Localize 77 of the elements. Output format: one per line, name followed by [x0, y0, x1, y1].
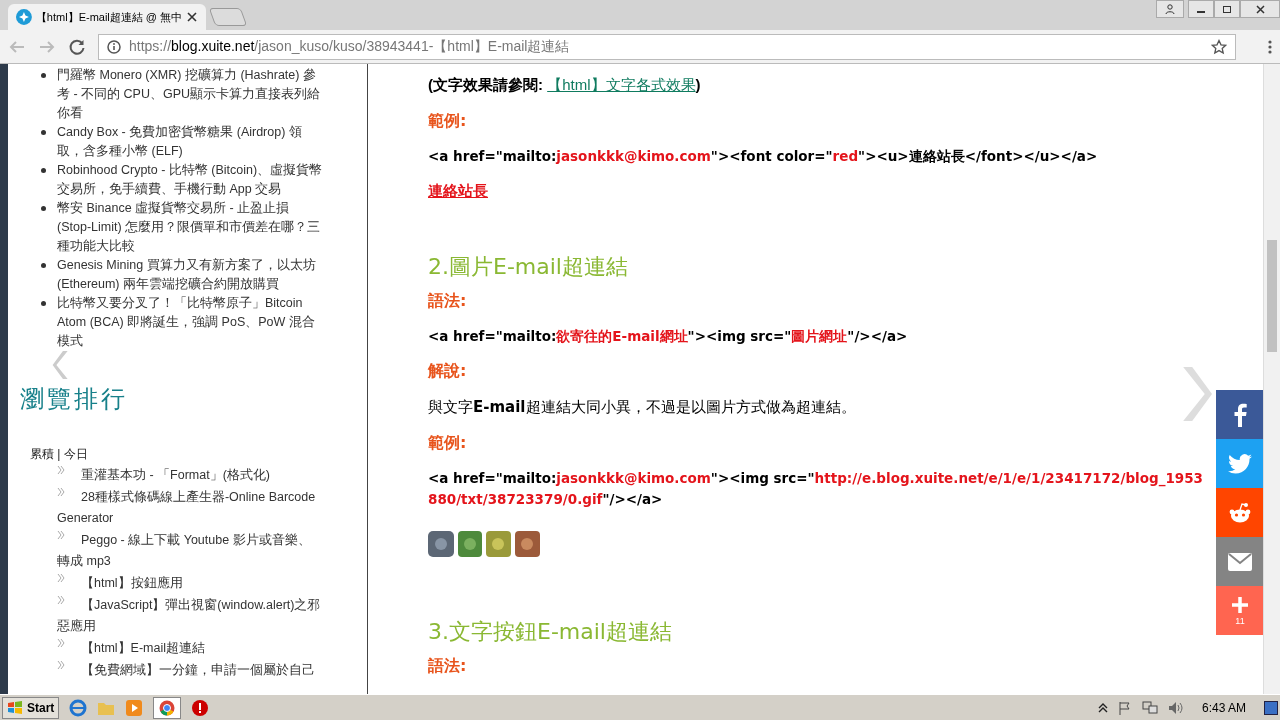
post-link[interactable]: 門羅幣 Monero (XMR) 挖礦算力 (Hashrate) 參考 - 不同的 CPU、GPU顯示卡算力直接表列給你看 [57, 66, 323, 123]
bullet-icon [41, 168, 46, 173]
close-window-icon[interactable] [1240, 0, 1280, 18]
bullet-icon [41, 73, 46, 78]
chevron-up-icon[interactable] [1097, 701, 1108, 714]
section-label: 語法: [428, 290, 467, 312]
double-chevron-icon [57, 487, 67, 497]
post-link[interactable]: 比特幣又要分叉了！「比特幣原子」Bitcoin Atom (BCA) 即將誕生，強調 PoS、PoW 混合模式 [57, 294, 323, 351]
restore-icon[interactable] [1214, 0, 1240, 18]
site-icon [16, 9, 32, 25]
bullet-icon [41, 263, 46, 268]
ranking-link[interactable]: 【JavaScript】彈出視窗(window.alert)之邪惡應用 [49, 595, 321, 637]
double-chevron-icon [57, 638, 67, 648]
contact-link[interactable]: 連絡站長 [428, 180, 488, 202]
flag-icon[interactable] [1117, 700, 1132, 715]
section-heading: 瀏覽排行 [20, 384, 128, 415]
facebook-logo-icon [1233, 402, 1247, 427]
tab-title: 【html】E-mail超連結 @ 無中 [35, 9, 183, 25]
windows-logo-icon [7, 700, 23, 715]
info-icon [107, 39, 121, 54]
new-tab-button[interactable] [208, 8, 248, 26]
ranking-link[interactable]: 【html】E-mail超連結 [49, 638, 321, 659]
close-icon[interactable] [186, 11, 198, 23]
post-link[interactable]: Candy Box - 免費加密貨幣糖果 (Airdrop) 領取，含多種小幣 (ELF) [57, 123, 323, 161]
twitter-share-button[interactable] [1216, 439, 1263, 488]
email-share-button[interactable] [1216, 537, 1263, 586]
double-chevron-icon [57, 660, 67, 670]
facebook-share-button[interactable] [1216, 390, 1263, 439]
ranking-link[interactable]: 【html】按鈕應用 [49, 573, 321, 594]
star-icon[interactable] [1211, 38, 1227, 55]
reddit-logo-icon [1228, 501, 1252, 524]
code-snippet: <a href="mailto:jasonkkk@kimo.com"><font color="red"><u>連絡站長</font></u></a> [428, 147, 1099, 166]
double-chevron-icon [57, 573, 67, 583]
reference-link[interactable]: 【html】文字各式效果 [547, 76, 696, 93]
post-link[interactable]: Genesis Mining 買算力又有新方案了，以太坊 (Ethereum) 兩年雲端挖礦合約開放購買 [57, 256, 323, 294]
minimize-icon[interactable] [1188, 0, 1214, 18]
plus-icon [1231, 595, 1249, 614]
section-label: 範例: [428, 432, 467, 454]
post-link[interactable]: 幣安 Binance 虛擬貨幣交易所 - 止盈止損 (Stop-Limit) 怎麼用？限價單和市價差在哪？三種功能大比較 [57, 199, 323, 256]
clock[interactable]: 6:43 AM [1193, 698, 1254, 717]
twitter-logo-icon [1228, 453, 1252, 474]
double-chevron-icon [57, 595, 67, 605]
network-icon[interactable] [1141, 700, 1158, 715]
browser-icon[interactable] [69, 698, 88, 717]
media-player-icon[interactable] [125, 698, 144, 717]
ranking-link[interactable]: 【免費網域】一分鐘，申請一個屬於自己 [49, 660, 321, 681]
start-button[interactable]: Start [2, 696, 60, 719]
double-chevron-icon [57, 530, 67, 540]
stop-icon[interactable] [191, 698, 210, 717]
section-label: 範例: [428, 110, 467, 132]
bullet-icon [41, 130, 46, 135]
bullet-icon [41, 206, 46, 211]
envelope-icon [1228, 552, 1252, 571]
ranking-tabs[interactable]: 累積 | 今日 [30, 445, 88, 463]
ranking-link[interactable]: Peggo - 線上下載 Youtube 影片或音樂、轉成 mp3 [49, 530, 321, 572]
double-chevron-icon [57, 465, 67, 475]
speaker-icon[interactable] [1167, 700, 1184, 715]
show-desktop-button[interactable] [1264, 700, 1278, 715]
section-label: 語法: [428, 655, 467, 677]
code-snippet: <a href="mailto:jasonkkk@kimo.com"><img src="http://e.blog.xuite.net/e/1/e/1/23417172/blog_1953880/txt/38723379/0.gif"/></a> [428, 469, 1203, 509]
url-text: https://blog.xuite.net/jason_kuso/kuso/38943441-【html】E-mail超連結 [129, 37, 571, 56]
address-bar[interactable]: https://blog.xuite.net/jason_kuso/kuso/38943441-【html】E-mail超連結 [98, 33, 1236, 60]
section-label: 解說: [428, 360, 467, 382]
reference-note: (文字效果請參閱: 【html】文字各式效果) [428, 75, 702, 95]
scrollbar[interactable] [1263, 64, 1280, 694]
menu-icon[interactable] [1268, 38, 1272, 55]
post-link[interactable]: Robinhood Crypto - 比特幣 (Bitcoin)、虛擬貨幣交易所，免手續費、手機行動 App 交易 [57, 161, 323, 199]
section-heading: 3.文字按鈕E-mail超連結 [428, 618, 672, 646]
reddit-share-button[interactable] [1216, 488, 1263, 537]
bullet-icon [41, 301, 46, 306]
browser-tab[interactable]: 【html】E-mail超連結 @ 無中 [8, 4, 206, 30]
code-snippet: <a href="mailto:欲寄往的E-mail網址"><img src="圖片網址"/></a> [428, 327, 909, 346]
ranking-link[interactable]: 重灌基本功 - 「Format」(格式化) [49, 465, 321, 486]
paragraph: 與文字E-mail超連結大同小異，不過是以圖片方式做為超連結。 [428, 397, 856, 418]
reload-icon[interactable] [68, 37, 86, 56]
section-heading: 2.圖片E-mail超連結 [428, 253, 628, 281]
ranking-link[interactable]: 28種樣式條碼線上產生器-Online Barcode Generator [49, 487, 321, 529]
